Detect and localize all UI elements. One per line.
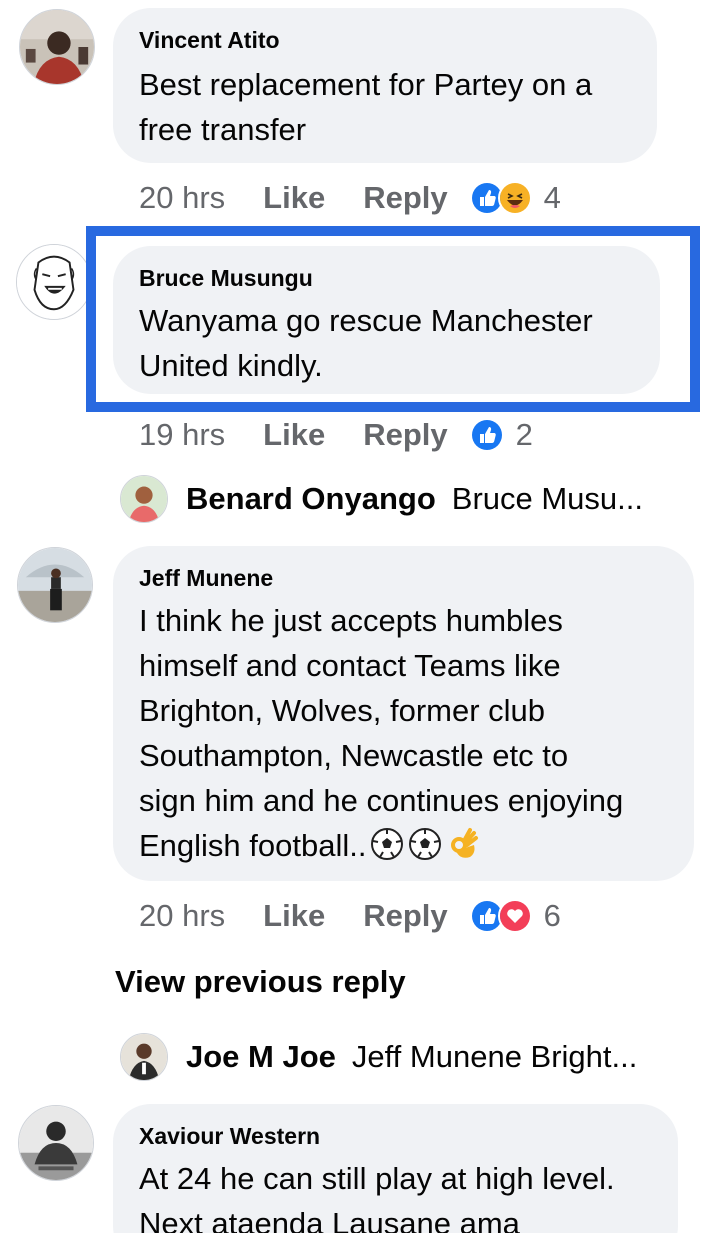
avatar-jeff-munene[interactable] bbox=[17, 547, 93, 623]
comment-text: Best replacement for Partey on a free tr… bbox=[139, 67, 593, 147]
comment-text: At 24 he can still play at high level. N… bbox=[139, 1161, 615, 1233]
view-previous-reply-link[interactable]: View previous reply bbox=[115, 964, 406, 1000]
comment-meta: 20 hrs Like Reply 6 bbox=[139, 896, 561, 936]
comment-bubble: Vincent Atito Best replacement for Parte… bbox=[113, 8, 657, 163]
comment-author[interactable]: Vincent Atito bbox=[139, 26, 631, 54]
reaction-count: 2 bbox=[515, 417, 533, 452]
avatar-reply-author[interactable] bbox=[120, 1033, 168, 1081]
comment-author[interactable]: Xaviour Western bbox=[139, 1122, 652, 1150]
reply-author[interactable]: Benard Onyango bbox=[186, 481, 436, 517]
highlight-box bbox=[86, 226, 700, 412]
avatar-vincent-atito[interactable] bbox=[19, 9, 95, 85]
comment-bubble: Jeff Munene I think he just accepts humb… bbox=[113, 546, 694, 881]
reply-preview[interactable]: Joe M Joe Jeff Munene Bright... bbox=[120, 1032, 637, 1082]
reaction-count: 6 bbox=[543, 898, 561, 933]
ok-hand-icon bbox=[446, 827, 480, 861]
comment-meta: 20 hrs Like Reply 4 bbox=[139, 178, 561, 218]
comments-page: Vincent Atito Best replacement for Parte… bbox=[0, 0, 720, 1233]
avatar-bruce-musungu[interactable] bbox=[16, 244, 92, 320]
soccer-ball-icon bbox=[370, 827, 404, 861]
reply-button[interactable]: Reply bbox=[363, 898, 447, 934]
comment-meta: 19 hrs Like Reply 2 bbox=[139, 415, 533, 455]
comment-time[interactable]: 20 hrs bbox=[139, 180, 225, 216]
reaction-summary[interactable]: 6 bbox=[469, 898, 561, 934]
reaction-summary[interactable]: 4 bbox=[469, 180, 561, 216]
reply-preview[interactable]: Benard Onyango Bruce Musu... bbox=[120, 474, 643, 524]
love-reaction-icon bbox=[497, 899, 532, 933]
soccer-ball-icon bbox=[408, 827, 442, 861]
avatar-xaviour-western[interactable] bbox=[18, 1105, 94, 1181]
comment-author[interactable]: Jeff Munene bbox=[139, 564, 668, 592]
comment-bubble: Xaviour Western At 24 he can still play … bbox=[113, 1104, 678, 1233]
like-button[interactable]: Like bbox=[263, 898, 325, 934]
like-button[interactable]: Like bbox=[263, 180, 325, 216]
reply-button[interactable]: Reply bbox=[363, 180, 447, 216]
comment-text: I think he just accepts humbles himself … bbox=[139, 598, 668, 868]
reply-snippet: Jeff Munene Bright... bbox=[351, 1039, 638, 1074]
like-reaction-icon bbox=[469, 418, 504, 452]
avatar-reply-author[interactable] bbox=[120, 475, 168, 523]
reply-snippet: Bruce Musu... bbox=[451, 481, 644, 516]
reaction-count: 4 bbox=[543, 180, 561, 215]
haha-reaction-icon bbox=[497, 181, 532, 215]
comment-time[interactable]: 20 hrs bbox=[139, 898, 225, 934]
reply-button[interactable]: Reply bbox=[363, 417, 447, 453]
reply-author[interactable]: Joe M Joe bbox=[186, 1039, 336, 1075]
comment-time[interactable]: 19 hrs bbox=[139, 417, 225, 453]
like-button[interactable]: Like bbox=[263, 417, 325, 453]
reaction-summary[interactable]: 2 bbox=[469, 417, 533, 453]
comment-text-body: I think he just accepts humbles himself … bbox=[139, 603, 624, 863]
